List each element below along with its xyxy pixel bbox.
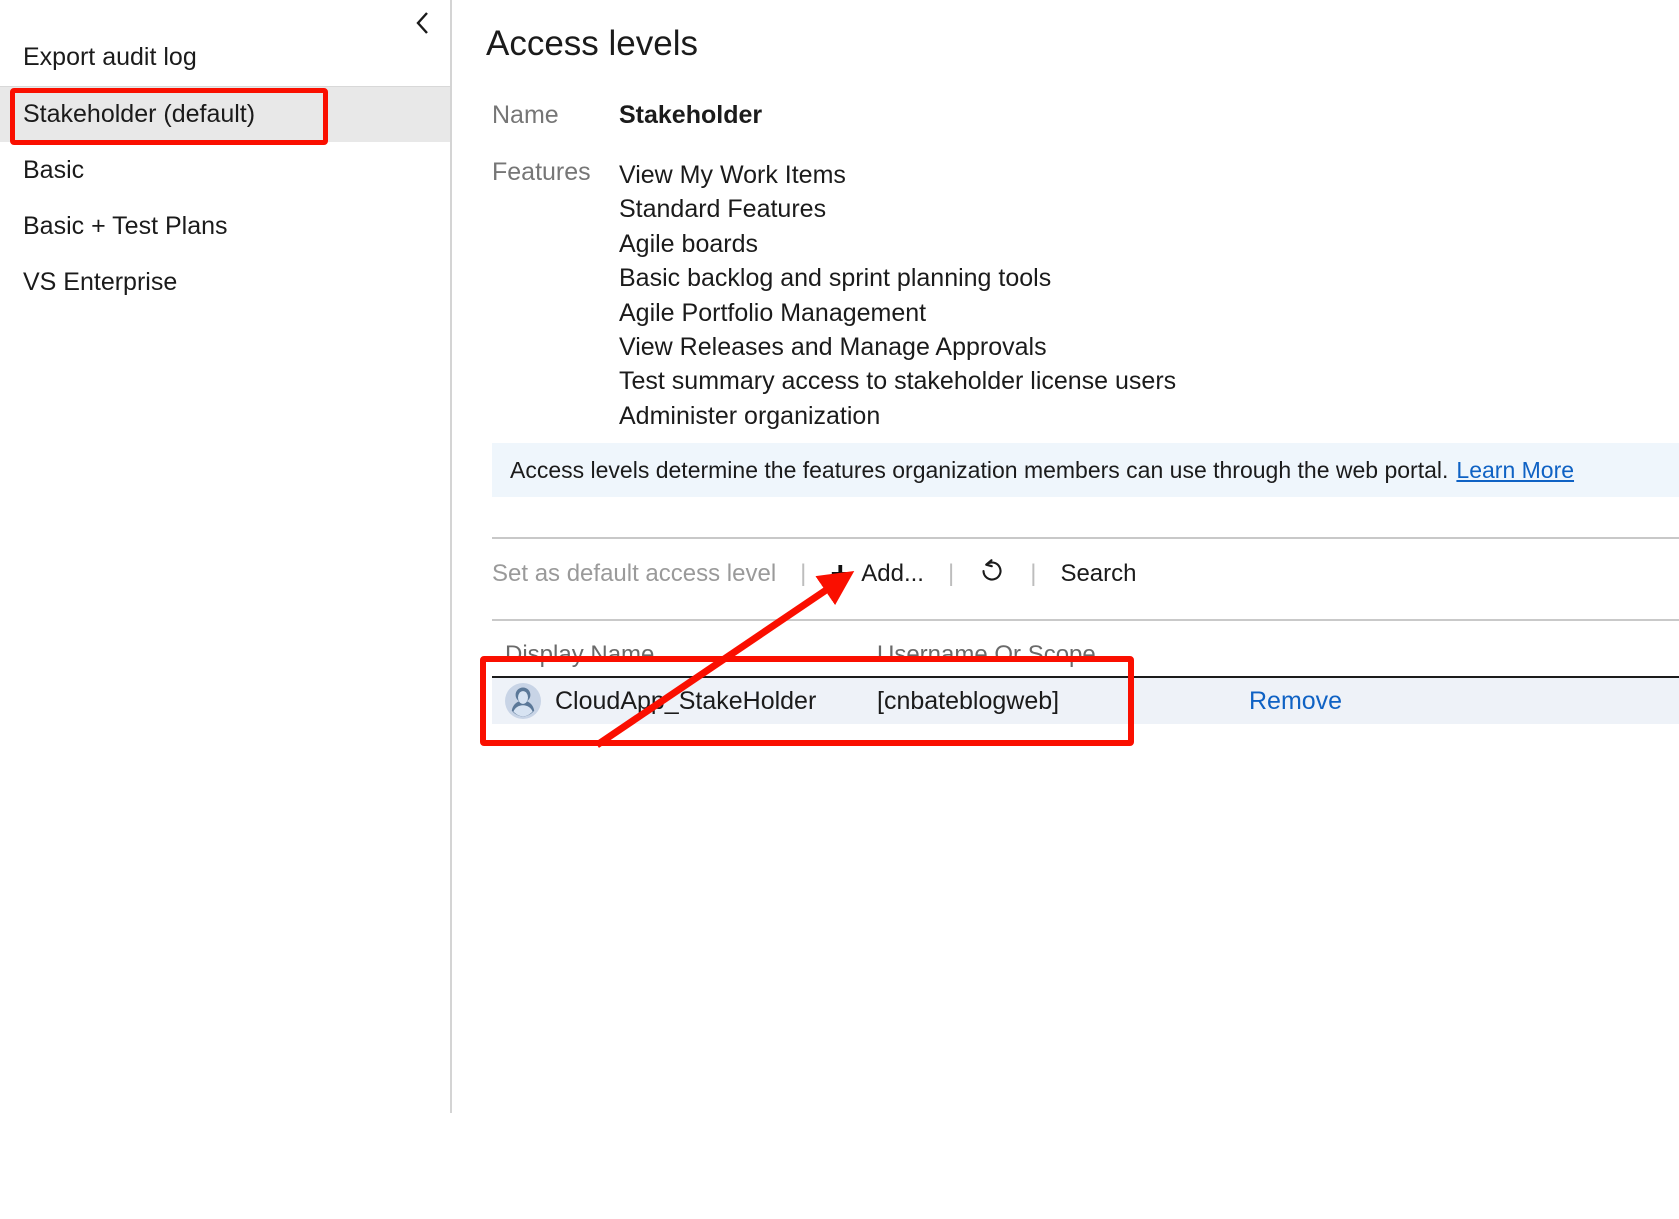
user-avatar-icon: [504, 682, 542, 720]
sidebar-item-label: Export audit log: [23, 42, 197, 71]
sidebar-item-export-audit-log[interactable]: Export audit log: [0, 29, 450, 85]
main-content: Access levels Name Stakeholder Features …: [454, 0, 1679, 1113]
table-top-rule: [492, 619, 1679, 621]
feature-item: Agile Portfolio Management: [619, 298, 927, 327]
sidebar-item-basic-test-plans[interactable]: Basic + Test Plans: [0, 198, 450, 254]
refresh-icon: [978, 557, 1006, 591]
feature-item: Basic backlog and sprint planning tools: [619, 264, 1052, 293]
feature-item: Agile boards: [619, 229, 758, 258]
remove-button[interactable]: Remove: [1249, 687, 1342, 716]
row-display-name: CloudApp_StakeHolder: [555, 686, 817, 715]
refresh-button[interactable]: [978, 557, 1006, 591]
sidebar-item-label: Stakeholder (default): [23, 100, 256, 128]
plus-icon: +: [830, 555, 851, 593]
set-as-default-access-level-button[interactable]: Set as default access level: [492, 560, 776, 588]
name-value: Stakeholder: [619, 101, 763, 129]
add-button-label: Add...: [861, 560, 924, 587]
column-header-display-name[interactable]: Display Name: [505, 641, 654, 669]
sidebar: Export audit log Stakeholder (default) B…: [0, 0, 452, 1113]
sidebar-item-stakeholder[interactable]: Stakeholder (default): [0, 86, 450, 142]
toolbar: Set as default access level | + Add... |…: [492, 552, 1679, 596]
sidebar-item-vs-enterprise[interactable]: VS Enterprise: [0, 254, 450, 310]
feature-item: Test summary access to stakeholder licen…: [619, 367, 1177, 396]
table-row[interactable]: CloudApp_StakeHolder [cnbateblogweb] Rem…: [492, 678, 1679, 724]
feature-item: Administer organization: [619, 401, 881, 430]
toolbar-separator: |: [800, 560, 807, 587]
search-button[interactable]: Search: [1060, 560, 1136, 588]
add-button[interactable]: + Add...: [830, 557, 924, 591]
info-banner-text: Access levels determine the features org…: [510, 456, 1449, 483]
toolbar-separator: |: [947, 560, 955, 587]
info-banner: Access levels determine the features org…: [492, 443, 1679, 497]
app-root: Export audit log Stakeholder (default) B…: [0, 0, 1679, 1219]
feature-item: View Releases and Manage Approvals: [619, 333, 1047, 362]
table-header-row: Display Name Username Or Scope: [492, 633, 1679, 677]
name-label: Name: [492, 101, 559, 129]
learn-more-link[interactable]: Learn More: [1456, 457, 1574, 484]
page-title: Access levels: [486, 24, 699, 63]
column-header-username-or-scope[interactable]: Username Or Scope: [877, 641, 1096, 669]
sidebar-item-label: Basic + Test Plans: [23, 211, 228, 240]
sidebar-item-basic[interactable]: Basic: [0, 142, 450, 198]
sidebar-item-label: VS Enterprise: [23, 267, 178, 296]
row-username-or-scope: [cnbateblogweb]: [877, 686, 1060, 715]
sidebar-nav-list: Stakeholder (default) Basic Basic + Test…: [0, 86, 450, 310]
toolbar-separator: |: [1030, 560, 1037, 587]
feature-item: Standard Features: [619, 195, 827, 224]
feature-item: View My Work Items: [619, 161, 846, 189]
features-label: Features: [492, 158, 591, 186]
toolbar-divider: [492, 537, 1679, 539]
features-list: View My Work Items Standard Features Agi…: [619, 158, 1176, 433]
sidebar-item-label: Basic: [23, 155, 85, 184]
